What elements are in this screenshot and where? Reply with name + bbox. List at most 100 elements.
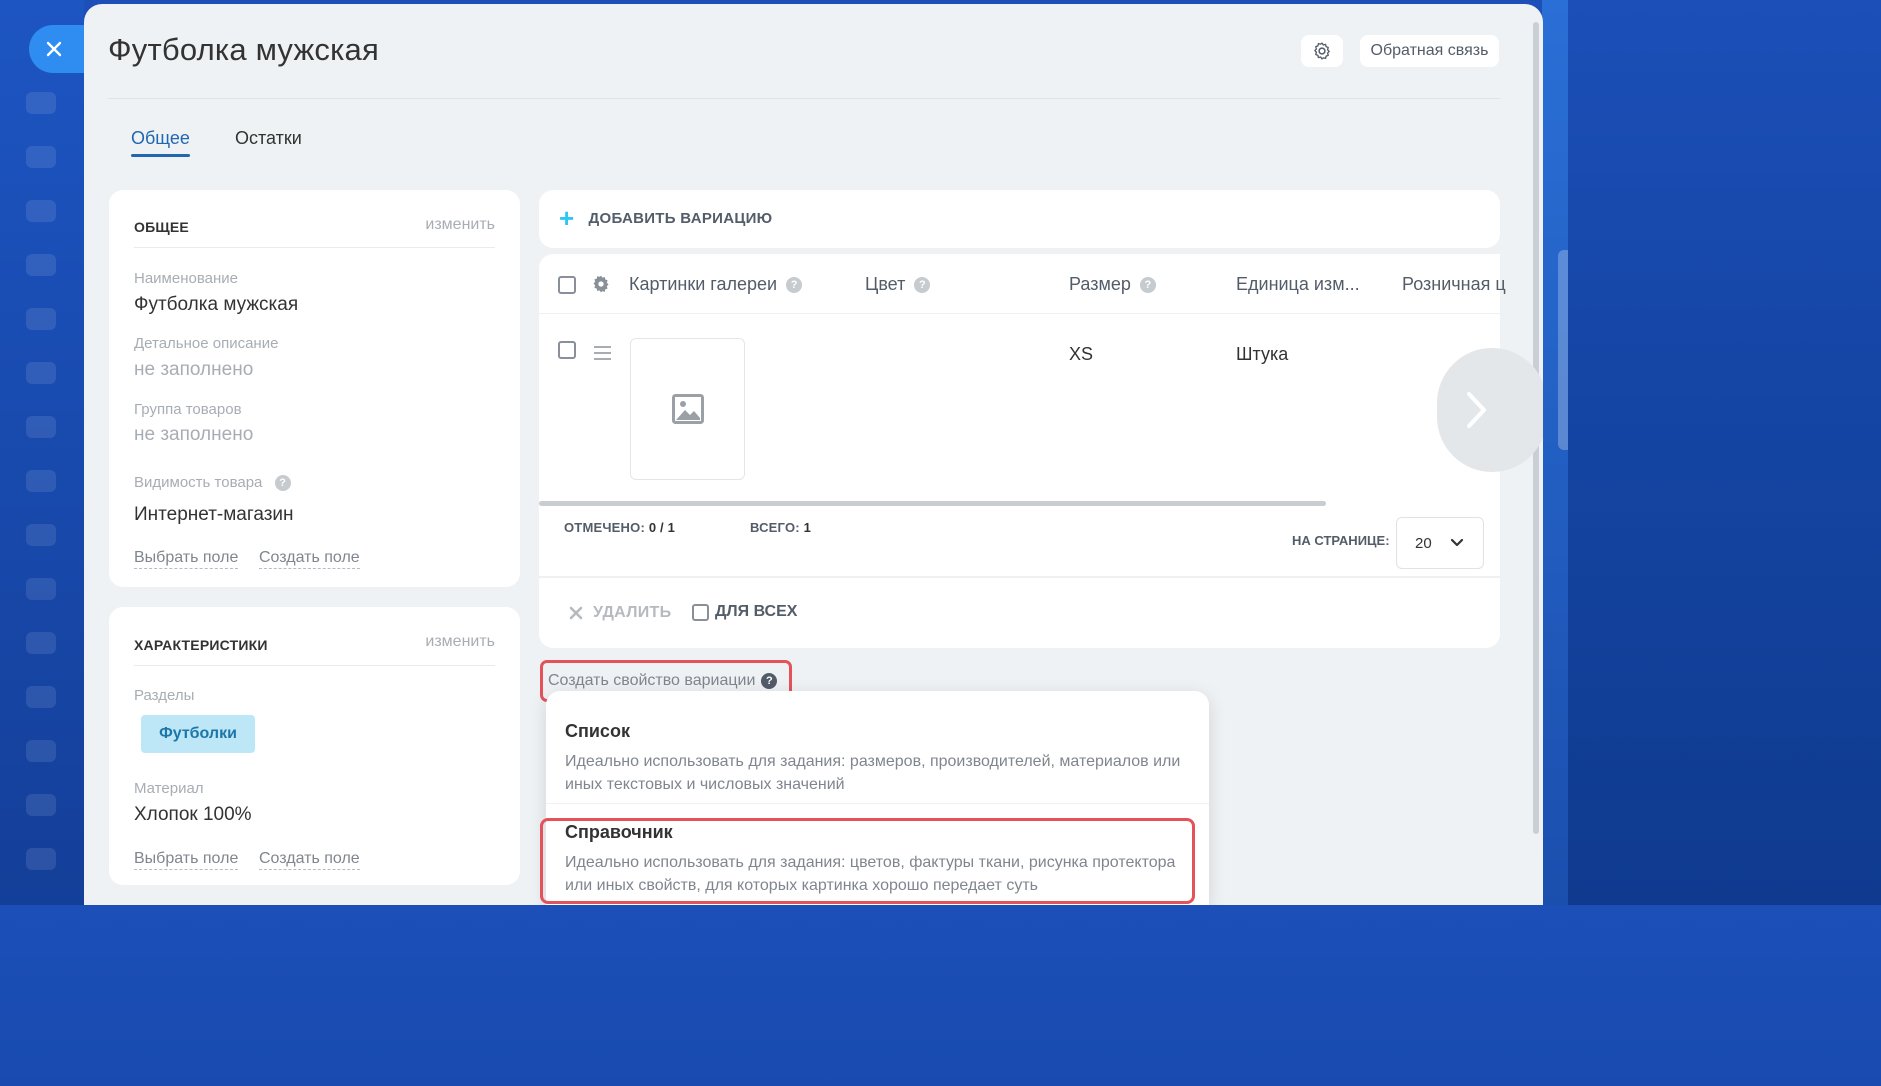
variations-grid: Картинки галереи ? Цвет ? Размер ? Едини… (539, 254, 1543, 648)
field-value-visibility[interactable]: Интернет-магазин (134, 504, 294, 526)
close-button[interactable] (29, 25, 91, 73)
field-value-description[interactable]: не заполнено (134, 359, 253, 381)
scroll-right-button[interactable] (1437, 348, 1543, 472)
background-sidebar (0, 0, 84, 905)
chevron-right-icon (1467, 392, 1486, 428)
select-field-link[interactable]: Выбрать поле (134, 548, 239, 569)
column-size-label: Размер (1069, 274, 1131, 294)
field-label-sections: Разделы (134, 687, 195, 704)
background-icon (26, 362, 56, 384)
column-header-size[interactable]: Размер ? (1069, 274, 1156, 295)
delete-label: УДАЛИТЬ (593, 604, 672, 621)
add-variation-button[interactable]: + ДОБАВИТЬ ВАРИАЦИЮ (559, 203, 772, 233)
close-icon (46, 41, 62, 57)
card-divider (134, 665, 495, 666)
for-all-box[interactable] (692, 603, 709, 621)
field-label-material: Материал (134, 780, 204, 797)
selected-counter: ОТМЕЧЕНО: 0 / 1 (564, 520, 675, 535)
background-scroll-handle (1558, 250, 1568, 450)
menu-divider (546, 803, 1209, 804)
per-page-value: 20 (1415, 534, 1432, 552)
general-card: ОБЩЕЕ изменить Наименование Футболка муж… (109, 190, 520, 587)
column-color-label: Цвет (865, 274, 906, 294)
background-icon (26, 308, 56, 330)
background-icon (26, 416, 56, 438)
field-value-material[interactable]: Хлопок 100% (134, 804, 252, 826)
image-icon (671, 394, 704, 424)
menu-item-list[interactable]: Список Идеально использовать для задания… (565, 721, 1197, 796)
selected-label: ОТМЕЧЕНО: (564, 520, 645, 535)
background-right-edge (1542, 0, 1568, 905)
property-type-menu: Список Идеально использовать для задания… (540, 691, 1209, 905)
field-value-group[interactable]: не заполнено (134, 424, 253, 446)
background-icon (26, 92, 56, 114)
background-icon (26, 632, 56, 654)
background-icon (26, 470, 56, 492)
total-value: 1 (803, 520, 812, 535)
delete-button[interactable]: УДАЛИТЬ (569, 604, 671, 622)
per-page-select[interactable]: 20 (1396, 517, 1484, 569)
row-checkbox[interactable] (558, 341, 576, 359)
help-icon[interactable]: ? (274, 475, 291, 492)
header-divider (108, 98, 1500, 99)
row-size-cell[interactable]: XS (1069, 344, 1093, 365)
menu-item-list-title: Список (565, 721, 630, 741)
highlight-frame (540, 818, 1195, 904)
section-tag[interactable]: Футболки (141, 715, 255, 753)
create-field-link[interactable]: Создать поле (259, 849, 360, 870)
feedback-button[interactable]: Обратная связь (1360, 35, 1499, 67)
menu-item-list-description: Идеально использовать для задания: разме… (565, 753, 1181, 793)
background-icon (26, 740, 56, 762)
characteristics-card: ХАРАКТЕРИСТИКИ изменить Разделы Футболки… (109, 607, 520, 885)
close-icon (569, 606, 583, 620)
gear-icon[interactable] (591, 274, 611, 294)
characteristics-edit-link[interactable]: изменить (425, 633, 495, 651)
drag-handle-icon[interactable] (594, 346, 611, 364)
for-all-checkbox[interactable]: ДЛЯ ВСЕХ (692, 603, 797, 621)
background-icon (26, 794, 56, 816)
select-all-checkbox[interactable] (558, 276, 576, 294)
grid-footer-divider (539, 576, 1500, 578)
field-label-group: Группа товаров (134, 401, 242, 418)
field-label-visibility: Видимость товара ? (134, 474, 291, 492)
gear-icon (1314, 42, 1330, 60)
background-icon (26, 686, 56, 708)
column-header-gallery[interactable]: Картинки галереи ? (629, 274, 803, 295)
general-card-title: ОБЩЕЕ (134, 219, 189, 235)
tab-stock[interactable]: Остатки (235, 128, 302, 149)
chevron-down-icon (1450, 538, 1463, 547)
create-field-link[interactable]: Создать поле (259, 548, 360, 569)
background-icon (26, 578, 56, 600)
column-header-color[interactable]: Цвет ? (865, 274, 931, 295)
tab-general[interactable]: Общее (131, 128, 190, 157)
background-icon (26, 848, 56, 870)
column-header-unit[interactable]: Единица изм... (1236, 274, 1360, 295)
field-label-visibility-text: Видимость товара (134, 474, 263, 491)
product-card-panel: Футболка мужская Обратная связь Общее Ос… (84, 4, 1543, 905)
field-value-name[interactable]: Футболка мужская (134, 294, 298, 316)
gallery-image-placeholder[interactable] (630, 338, 745, 480)
general-edit-link[interactable]: изменить (425, 216, 495, 234)
add-variation-card: + ДОБАВИТЬ ВАРИАЦИЮ (539, 190, 1500, 248)
create-property-label: Создать свойство вариации (548, 672, 756, 689)
card-divider (134, 247, 495, 248)
horizontal-scrollbar[interactable] (539, 501, 1326, 506)
field-label-description: Детальное описание (134, 335, 279, 352)
background-icon (26, 524, 56, 546)
background-icon (26, 200, 56, 222)
select-field-link[interactable]: Выбрать поле (134, 849, 239, 870)
total-counter: ВСЕГО: 1 (750, 520, 811, 535)
row-unit-cell[interactable]: Штука (1236, 344, 1288, 365)
plus-icon: + (559, 203, 575, 233)
per-page-label: НА СТРАНИЦЕ: (1292, 533, 1390, 548)
column-header-price[interactable]: Розничная ц (1402, 274, 1506, 295)
help-icon[interactable]: ? (1139, 277, 1156, 294)
background-icon (26, 254, 56, 276)
help-icon[interactable]: ? (761, 673, 778, 689)
help-icon[interactable]: ? (786, 277, 803, 294)
page-title: Футболка мужская (108, 32, 379, 67)
selected-value: 0 / 1 (648, 520, 676, 535)
settings-button[interactable] (1301, 35, 1343, 67)
background-icon (26, 146, 56, 168)
help-icon[interactable]: ? (914, 277, 931, 294)
